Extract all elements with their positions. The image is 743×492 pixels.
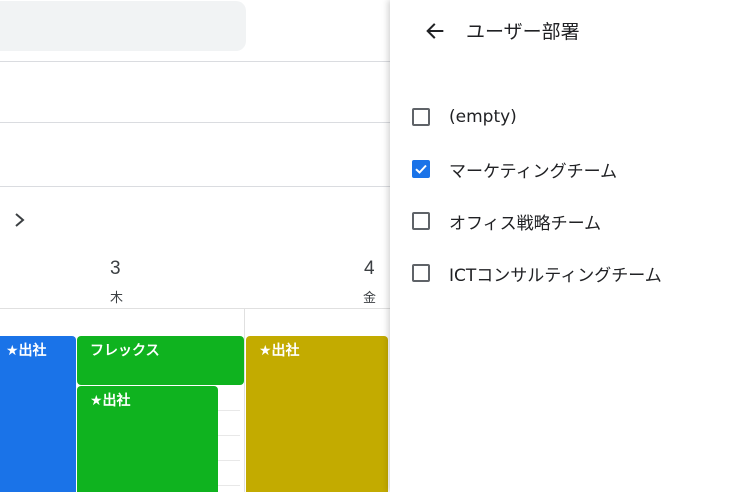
- checkbox-checked-icon[interactable]: [412, 160, 430, 178]
- filter-option[interactable]: (empty): [412, 103, 732, 131]
- checkbox-unchecked-icon[interactable]: [412, 108, 430, 126]
- filter-option-label: マーケティングチーム: [449, 161, 618, 182]
- divider: [0, 61, 390, 62]
- filter-option[interactable]: マーケティングチーム: [412, 155, 732, 183]
- day-weekday: 金: [363, 291, 377, 306]
- filter-option[interactable]: オフィス戦略チーム: [412, 207, 732, 235]
- checkbox-unchecked-icon[interactable]: [412, 264, 430, 282]
- filter-option[interactable]: ICTコンサルティングチーム: [412, 259, 732, 287]
- day-weekday: 木: [110, 291, 124, 306]
- calendar-event[interactable]: フレックス: [77, 336, 244, 385]
- checkbox-unchecked-icon[interactable]: [412, 212, 430, 230]
- chevron-right-icon[interactable]: [12, 208, 28, 232]
- divider: [0, 308, 390, 309]
- calendar-event[interactable]: ★出社: [246, 336, 388, 492]
- divider: [0, 122, 390, 123]
- panel-title: ユーザー部署: [466, 21, 580, 43]
- day-number[interactable]: 3: [110, 258, 121, 280]
- filter-option-label: (empty): [449, 107, 517, 127]
- filter-option-label: ICTコンサルティングチーム: [449, 265, 662, 286]
- calendar-event[interactable]: ★出社: [77, 386, 218, 492]
- day-number[interactable]: 4: [364, 258, 375, 280]
- search-bar[interactable]: [0, 1, 246, 51]
- arrow-left-icon[interactable]: [424, 20, 446, 42]
- divider: [0, 186, 390, 187]
- filter-option-label: オフィス戦略チーム: [449, 213, 602, 234]
- filter-panel: ユーザー部署 (empty) マーケティングチーム オフィス戦略チーム ICTコ…: [390, 0, 743, 492]
- calendar-event[interactable]: ★出社: [0, 336, 76, 492]
- column-divider: [244, 309, 245, 492]
- calendar-view: 3 木 4 金 ★出社 フレックス ★出社 ★出社: [0, 0, 390, 492]
